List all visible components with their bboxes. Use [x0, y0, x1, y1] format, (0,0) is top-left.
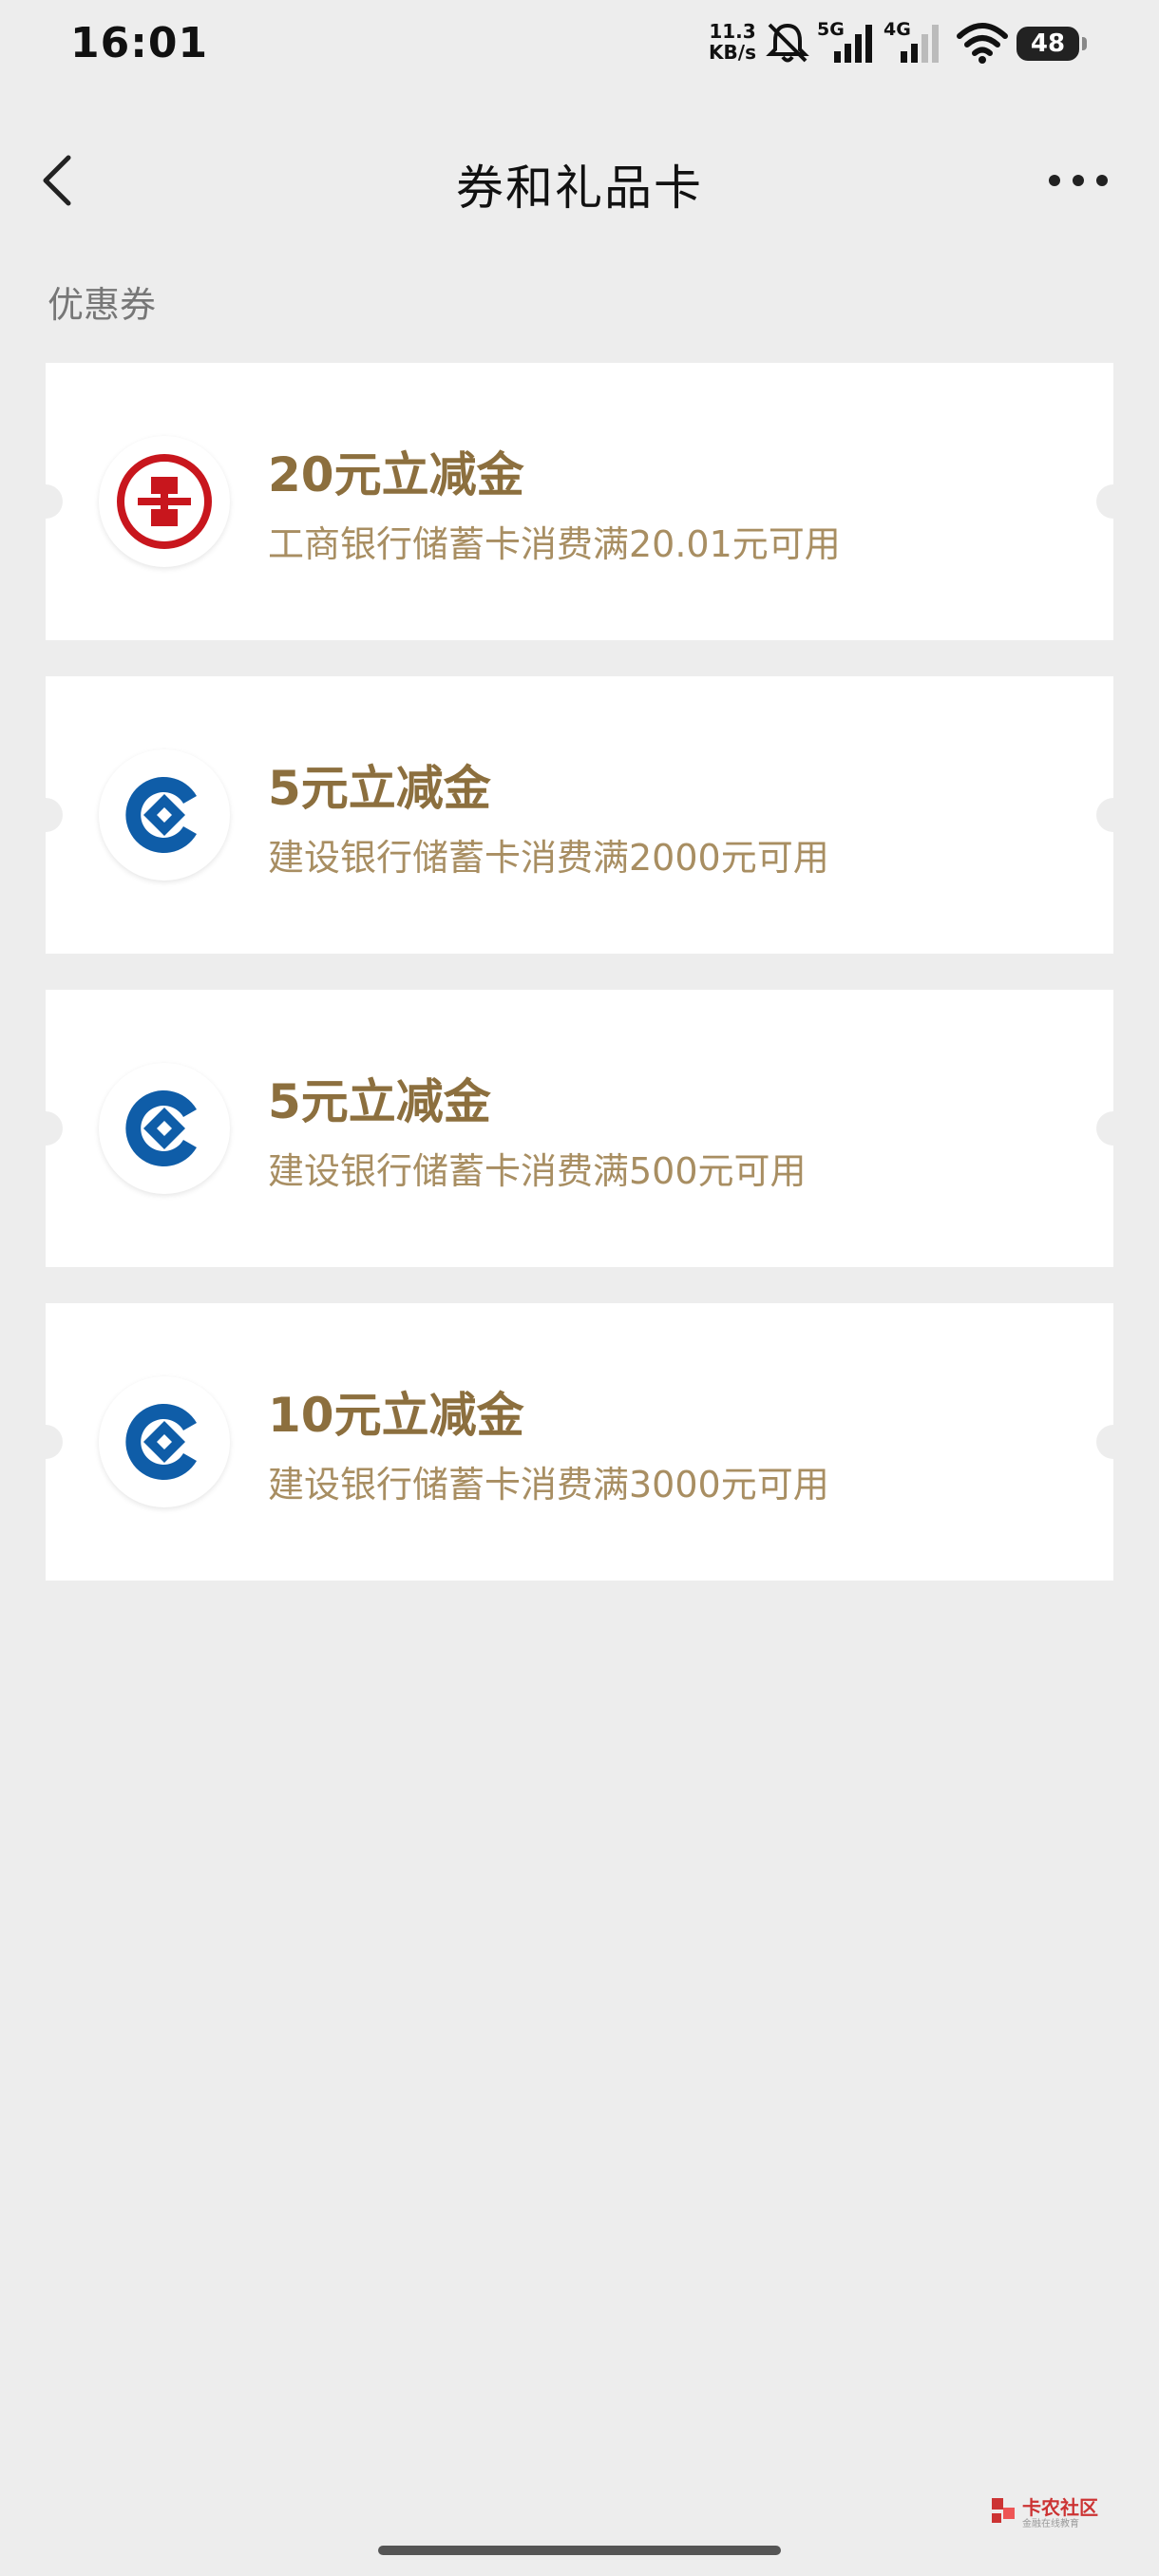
- coupon-card[interactable]: 5元立减金 建设银行储蓄卡消费满2000元可用: [28, 676, 1130, 954]
- bank-logo: [99, 436, 230, 567]
- network-speed-value: 11.3: [709, 20, 756, 43]
- ccb-logo-icon: [125, 777, 197, 853]
- network-speed-unit: KB/s: [709, 41, 756, 64]
- nav-bar: 券和礼品卡: [0, 123, 1159, 237]
- watermark-icon: [992, 2498, 1015, 2523]
- signal-5g-icon: [834, 25, 872, 63]
- section-title-coupons: 优惠券: [48, 284, 157, 326]
- watermark-logo: 卡农社区 金融在线教育: [988, 2491, 1112, 2532]
- ccb-logo-icon: [125, 1404, 197, 1480]
- battery-indicator: 48: [1016, 27, 1087, 61]
- coupon-title: 20元立减金: [268, 447, 524, 502]
- coupon-title: 10元立减金: [268, 1388, 524, 1443]
- more-options-button[interactable]: [1036, 142, 1121, 218]
- status-bar: 16:01 11.3 KB/s 5G 4G 48: [0, 0, 1159, 91]
- bank-logo: [99, 1376, 230, 1507]
- signal-4g-icon: [901, 25, 939, 63]
- page-title: 券和礼品卡: [456, 161, 703, 216]
- coupon-card[interactable]: 5元立减金 建设银行储蓄卡消费满500元可用: [28, 990, 1130, 1267]
- wifi-icon: [957, 23, 1008, 64]
- coupon-description: 工商银行储蓄卡消费满20.01元可用: [268, 523, 841, 565]
- network-speed: 11.3 KB/s: [703, 21, 762, 63]
- ccb-logo-icon: [125, 1090, 197, 1166]
- more-dots-icon: [1049, 175, 1108, 186]
- coupon-title: 5元立减金: [268, 1074, 491, 1129]
- coupon-card[interactable]: 10元立减金 建设银行储蓄卡消费满3000元可用: [28, 1303, 1130, 1581]
- icbc-logo-icon: [117, 454, 212, 549]
- coupon-description: 建设银行储蓄卡消费满500元可用: [268, 1150, 807, 1192]
- coupon-title: 5元立减金: [268, 761, 491, 816]
- bank-logo: [99, 1063, 230, 1194]
- coupon-card[interactable]: 20元立减金 工商银行储蓄卡消费满20.01元可用: [28, 363, 1130, 640]
- coupon-description: 建设银行储蓄卡消费满3000元可用: [268, 1464, 829, 1506]
- bank-logo: [99, 749, 230, 881]
- watermark-subtext: 金融在线教育: [1022, 2519, 1079, 2529]
- coupon-description: 建设银行储蓄卡消费满2000元可用: [268, 837, 829, 879]
- home-indicator[interactable]: [378, 2546, 781, 2555]
- mute-bell-icon: [766, 23, 809, 63]
- coupon-list: 20元立减金 工商银行储蓄卡消费满20.01元可用 5元立减金 建设银行储蓄卡消…: [28, 363, 1130, 1617]
- status-time: 16:01: [70, 19, 209, 67]
